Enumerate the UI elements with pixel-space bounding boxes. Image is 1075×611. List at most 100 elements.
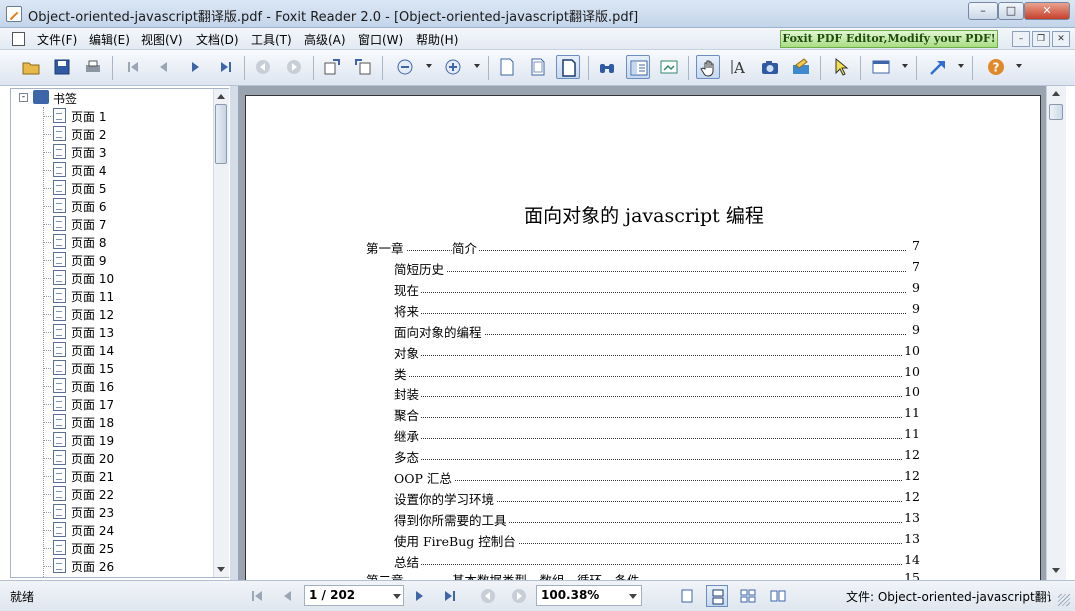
zoom-in-button[interactable] [441, 55, 465, 79]
toc-entry[interactable]: 继承 11 [394, 426, 920, 446]
first-page-button[interactable] [121, 55, 145, 79]
zoom-out-button[interactable] [393, 55, 417, 79]
thumbnails-button[interactable] [657, 55, 681, 79]
document-scroll-thumb[interactable] [1049, 104, 1063, 120]
status-prev-page-button[interactable] [277, 585, 299, 607]
menu-advanced[interactable]: 高级(A) [304, 31, 346, 48]
status-first-page-button[interactable] [246, 585, 268, 607]
scroll-down-icon[interactable] [1052, 568, 1060, 573]
toc-entry[interactable]: 对象 10 [394, 342, 920, 363]
status-back-button[interactable] [477, 585, 499, 607]
close-button[interactable]: ✕ [1024, 2, 1070, 20]
actual-size-button[interactable] [495, 55, 519, 79]
toc-entry-title: 聚合 [394, 405, 422, 425]
menu-window[interactable]: 窗口(W) [358, 31, 403, 48]
tree-line [43, 206, 51, 207]
menu-document[interactable]: 文档(D) [196, 31, 239, 48]
zoom-level: 100.38% [541, 588, 600, 602]
bookmarks-scroll-thumb[interactable] [215, 104, 227, 164]
typewriter-button[interactable] [789, 55, 813, 79]
doc-restore-button[interactable]: ❐ [1032, 31, 1050, 47]
toc-leader [394, 354, 906, 356]
toc-entry[interactable]: 类 10 [394, 363, 920, 384]
page-icon [53, 216, 66, 231]
minimize-button[interactable]: – [968, 2, 998, 20]
single-page-button[interactable] [676, 585, 698, 607]
page-dropdown-icon[interactable] [393, 594, 401, 599]
collapse-icon[interactable]: - [19, 93, 28, 102]
resize-grip-icon[interactable] [1058, 594, 1070, 606]
menu-file[interactable]: 文件(F) [37, 31, 77, 48]
select-text-button[interactable]: A [727, 55, 751, 79]
save-button[interactable] [50, 55, 74, 79]
back-button[interactable] [251, 55, 275, 79]
toc-entry[interactable]: 得到你所需要的工具 13 [394, 509, 920, 530]
toc-entry[interactable]: 面向对象的编程 9 [394, 321, 920, 342]
toc-entry[interactable]: 总结 14 [394, 551, 920, 572]
comment-tool-button[interactable] [869, 55, 893, 79]
toc-entry[interactable]: OOP 汇总 12 [394, 468, 920, 488]
rotate-right-button[interactable] [351, 55, 375, 79]
prev-page-button[interactable] [152, 55, 176, 79]
find-button[interactable] [595, 55, 619, 79]
help-button[interactable]: ? [984, 55, 1008, 79]
status-forward-button[interactable] [508, 585, 530, 607]
menu-tools[interactable]: 工具(T) [251, 31, 292, 48]
forward-button[interactable] [282, 55, 306, 79]
bookmarks-panel-button[interactable] [626, 55, 650, 79]
zoom-dropdown-icon[interactable] [629, 594, 637, 599]
help-dropdown[interactable] [1016, 64, 1022, 68]
toc-entry[interactable]: 简短历史 7 [394, 259, 920, 279]
last-page-button[interactable] [214, 55, 238, 79]
toc-entry[interactable]: 封装 10 [394, 384, 920, 404]
panel-splitter[interactable] [230, 86, 238, 580]
continuous-facing-button[interactable] [767, 585, 789, 607]
doc-close-button[interactable]: ✕ [1052, 31, 1070, 47]
arrow-tool-button[interactable] [926, 55, 950, 79]
arrow-tool-dropdown[interactable] [958, 64, 964, 68]
zoom-in-dropdown[interactable] [474, 64, 480, 68]
toc-entry[interactable]: 多态 12 [394, 447, 920, 467]
text-select-icon: A [731, 59, 745, 76]
toc-entry[interactable]: 聚合 11 [394, 405, 920, 425]
toc-entry[interactable]: 将来 9 [394, 300, 920, 321]
bookmark-label: 页面 6 [71, 200, 107, 214]
toc-entry[interactable]: 设置你的学习环境 12 [394, 488, 920, 509]
hand-tool-button[interactable] [696, 55, 720, 79]
menu-edit[interactable]: 编辑(E) [89, 31, 130, 48]
doc-minimize-button[interactable]: – [1012, 31, 1030, 47]
maximize-button[interactable]: □ [998, 2, 1024, 20]
scroll-up-icon[interactable] [1052, 91, 1060, 96]
fit-width-button[interactable] [556, 55, 580, 79]
pdf-page[interactable]: 面向对象的 javascript 编程 第一章 简介 7 简短历史 7 现在 9 将来 9… [245, 95, 1041, 585]
snapshot-button[interactable] [758, 55, 782, 79]
bookmark-label: 页面 2 [71, 128, 107, 142]
next-page-button[interactable] [183, 55, 207, 79]
status-last-page-button[interactable] [439, 585, 461, 607]
facing-button[interactable] [737, 585, 759, 607]
toolbar-separator [916, 56, 917, 80]
promo-banner[interactable]: Foxit PDF Editor,Modify your PDF! [780, 30, 998, 48]
toc-leader [394, 417, 906, 419]
fit-page-button[interactable] [526, 55, 550, 79]
open-button[interactable] [19, 55, 43, 79]
toc-entry-title: OOP 汇总 [394, 468, 454, 487]
comment-tool-dropdown[interactable] [902, 64, 908, 68]
zoom-out-dropdown[interactable] [426, 64, 432, 68]
menu-view[interactable]: 视图(V) [141, 31, 183, 48]
status-next-page-button[interactable] [408, 585, 430, 607]
scroll-up-icon[interactable] [217, 94, 225, 99]
toc-entry[interactable]: 现在 9 [394, 279, 920, 300]
rotate-left-button[interactable] [320, 55, 344, 79]
page-number-input[interactable]: 1 / 202 [304, 585, 404, 606]
zoom-input[interactable]: 100.38% [536, 585, 642, 606]
print-button[interactable] [81, 55, 105, 79]
toc-entry[interactable]: 使用 FireBug 控制台 13 [394, 530, 920, 551]
continuous-button[interactable] [706, 585, 728, 607]
bookmark-label: 页面 10 [71, 272, 115, 286]
toc-leader [394, 396, 906, 398]
menu-help[interactable]: 帮助(H) [416, 31, 458, 48]
select-tool-button[interactable] [829, 55, 853, 79]
document-scrollbar[interactable] [1046, 86, 1066, 580]
scroll-down-icon[interactable] [217, 567, 225, 572]
